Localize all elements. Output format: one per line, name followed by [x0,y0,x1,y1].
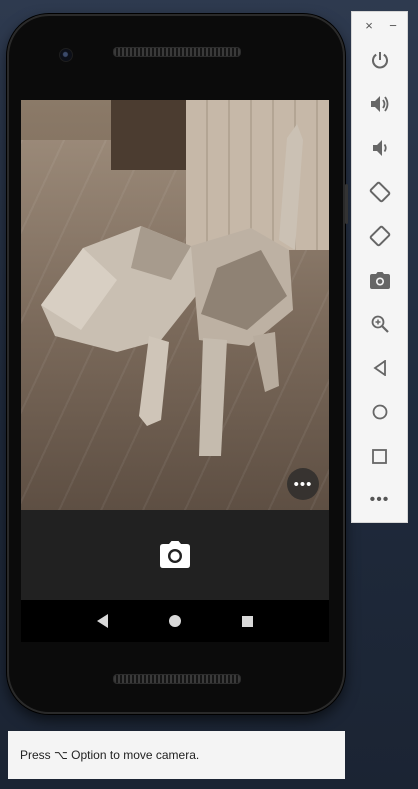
back-icon [97,614,108,628]
volume-up-button[interactable] [352,87,407,121]
volume-up-icon [370,96,388,112]
nav-recents-button[interactable] [237,611,257,631]
emulator-toolbar: × − ••• [351,11,408,523]
nav-home-button[interactable] [165,611,185,631]
back-icon [372,360,386,376]
rotate-left-button[interactable] [352,175,407,209]
top-speaker [113,47,241,57]
phone-screen: ••• [21,100,329,600]
dog-model [41,124,303,456]
minimize-button[interactable]: − [386,17,400,33]
overview-icon [372,448,387,464]
more-button[interactable]: ••• [352,483,407,517]
more-horizontal-icon: ••• [293,475,313,493]
side-button [345,184,348,224]
volume-down-button[interactable] [352,131,407,165]
home-button[interactable] [352,395,407,429]
rotate-left-icon [369,181,390,203]
bottom-speaker [113,674,241,684]
volume-down-icon [372,140,387,156]
screenshot-button[interactable] [352,263,407,297]
camera-controls [21,510,329,600]
recents-icon [241,615,253,627]
camera-hint-bar: Press ⌥ Option to move camera. [8,731,345,779]
power-button[interactable] [352,43,407,77]
nav-back-button[interactable] [93,611,113,631]
close-button[interactable]: × [362,17,376,33]
power-icon [371,52,388,69]
zoom-button[interactable] [352,307,407,341]
emulated-phone: ••• [7,14,348,714]
overview-button[interactable] [352,439,407,473]
home-icon [372,404,387,420]
back-button[interactable] [352,351,407,385]
rotate-right-button[interactable] [352,219,407,253]
close-icon: × [365,17,373,33]
camera-viewfinder[interactable]: ••• [21,100,329,510]
more-icon: ••• [369,491,390,508]
camera-icon [160,541,190,568]
front-camera [59,48,73,62]
hint-text: Press ⌥ Option to move camera. [20,748,200,762]
screenshot-icon [369,271,390,289]
zoom-icon [371,315,389,333]
android-nav-bar [21,600,329,642]
rotate-right-icon [369,225,390,247]
home-icon [169,615,181,627]
shutter-button[interactable] [158,538,192,572]
camera-menu-button[interactable]: ••• [287,468,319,500]
minimize-icon: − [389,17,397,33]
